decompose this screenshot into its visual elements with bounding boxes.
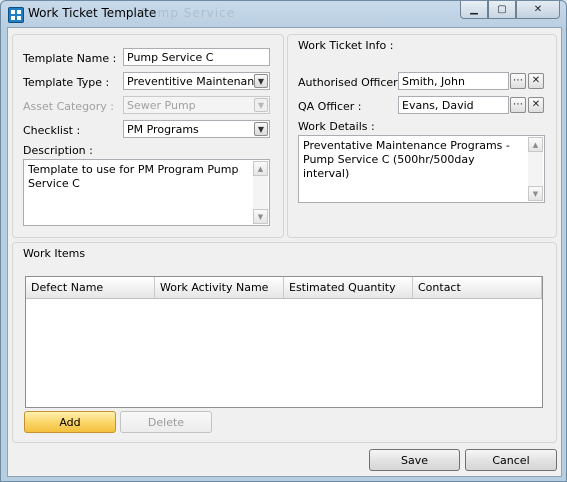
delete-button: Delete <box>120 411 212 433</box>
authorised-officer-label: Authorised Officer : <box>298 76 405 89</box>
dialog-client-area: Template Name : Pump Service C Template … <box>7 27 562 477</box>
maximize-button[interactable]: ▢ <box>488 1 516 19</box>
work-ticket-info-group: Work Ticket Info : Authorised Officer : … <box>287 34 557 238</box>
dialog-window: Work Ticket Template Pump Service ▁ ▢ ✕ … <box>0 0 567 482</box>
asset-category-value: Sewer Pump <box>127 99 196 112</box>
app-icon <box>8 7 24 23</box>
work-details-label: Work Details : <box>298 120 375 133</box>
template-type-select[interactable]: Preventitive Maintenance ▼ <box>123 72 270 90</box>
work-items-grid[interactable]: Defect Name Work Activity Name Estimated… <box>25 276 543 408</box>
authorised-officer-browse-button[interactable]: ⋯ <box>510 73 526 89</box>
scroll-up-icon[interactable]: ▲ <box>528 137 543 152</box>
scroll-down-icon[interactable]: ▼ <box>528 186 543 201</box>
add-button[interactable]: Add <box>24 411 116 433</box>
column-header-defect-name[interactable]: Defect Name <box>26 277 155 298</box>
work-ticket-info-title: Work Ticket Info : <box>298 39 394 52</box>
authorised-officer-input[interactable]: Smith, John <box>398 72 509 90</box>
work-details-scrollbar[interactable]: ▲ ▼ <box>528 137 543 201</box>
maximize-icon: ▢ <box>497 4 507 15</box>
checklist-select[interactable]: PM Programs ▼ <box>123 120 270 138</box>
qa-officer-browse-button[interactable]: ⋯ <box>510 97 526 113</box>
cancel-button[interactable]: Cancel <box>465 449 557 471</box>
minimize-button[interactable]: ▁ <box>460 1 488 19</box>
qa-officer-label: QA Officer : <box>298 100 362 113</box>
ellipsis-icon: ⋯ <box>513 99 523 110</box>
template-name-label: Template Name : <box>23 52 117 65</box>
window-title-ghost: Pump Service <box>141 6 236 20</box>
window-title: Work Ticket Template <box>28 6 157 20</box>
qa-officer-input[interactable]: Evans, David <box>398 96 509 114</box>
asset-category-select: Sewer Pump ▼ <box>123 96 270 114</box>
column-header-work-activity-name[interactable]: Work Activity Name <box>155 277 284 298</box>
save-button[interactable]: Save <box>369 449 460 471</box>
chevron-down-icon: ▼ <box>254 98 268 112</box>
template-group: Template Name : Pump Service C Template … <box>12 34 284 238</box>
chevron-down-icon[interactable]: ▼ <box>254 122 268 136</box>
column-header-contact[interactable]: Contact <box>413 277 542 298</box>
clear-icon: ✕ <box>531 99 541 110</box>
close-icon: ✕ <box>533 4 543 15</box>
chevron-down-icon[interactable]: ▼ <box>254 74 268 88</box>
description-scrollbar[interactable]: ▲ ▼ <box>253 161 268 224</box>
checklist-label: Checklist : <box>23 124 81 137</box>
column-header-estimated-quantity[interactable]: Estimated Quantity <box>284 277 413 298</box>
work-details-textarea[interactable]: Preventative Maintenance Programs - Pump… <box>298 135 545 203</box>
qa-officer-clear-button[interactable]: ✕ <box>528 97 544 113</box>
work-items-title: Work Items <box>23 247 86 260</box>
authorised-officer-clear-button[interactable]: ✕ <box>528 73 544 89</box>
description-label: Description : <box>23 144 93 157</box>
template-type-value: Preventitive Maintenance <box>127 75 268 88</box>
scroll-up-icon[interactable]: ▲ <box>253 161 268 176</box>
template-name-input[interactable]: Pump Service C <box>123 48 270 66</box>
minimize-icon: ▁ <box>470 4 478 15</box>
work-details-text: Preventative Maintenance Programs - Pump… <box>303 139 510 180</box>
checklist-value: PM Programs <box>127 123 199 136</box>
title-bar[interactable]: Work Ticket Template Pump Service ▁ ▢ ✕ <box>1 1 566 27</box>
close-button[interactable]: ✕ <box>516 1 560 19</box>
description-textarea[interactable]: Template to use for PM Program Pump Serv… <box>23 159 270 226</box>
scroll-down-icon[interactable]: ▼ <box>253 209 268 224</box>
template-type-label: Template Type : <box>23 76 110 89</box>
grid-header: Defect Name Work Activity Name Estimated… <box>26 277 542 299</box>
asset-category-label: Asset Category : <box>23 100 115 113</box>
clear-icon: ✕ <box>531 75 541 86</box>
description-text: Template to use for PM Program Pump Serv… <box>28 163 239 190</box>
ellipsis-icon: ⋯ <box>513 75 523 86</box>
